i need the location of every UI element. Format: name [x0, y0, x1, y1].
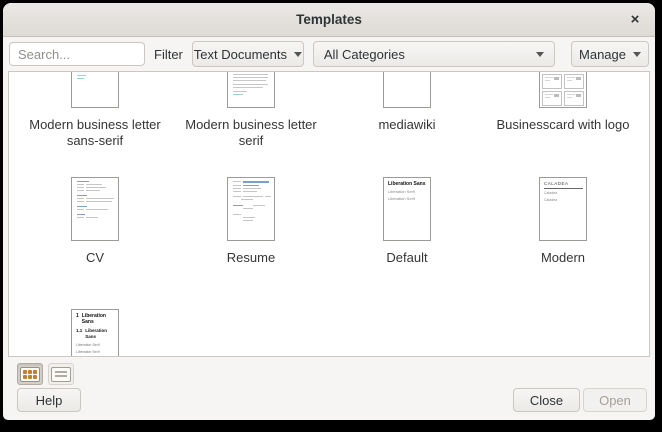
- chevron-down-icon: [294, 52, 302, 57]
- footer: Help Close Open: [3, 357, 655, 420]
- thumbnail-text: Liberation Sans: [85, 328, 115, 340]
- template-item-letter-serif[interactable]: Modern business letter serif: [173, 72, 329, 149]
- list-view-button[interactable]: [48, 363, 74, 385]
- thumbnail-text: Liberation Sans: [82, 313, 115, 325]
- template-name: mediawiki: [378, 117, 435, 133]
- list-view-icon: [51, 367, 71, 382]
- thumbnail-text: 1.1: [76, 328, 82, 340]
- template-thumbnail: [227, 177, 275, 241]
- thumbnail-text: Liberation Serif: [76, 343, 115, 347]
- thumbnail-text: Liberation Sans: [388, 181, 427, 187]
- template-thumbnail: Liberation Sans Liberation Serif Liberat…: [383, 177, 431, 241]
- template-name: Businesscard with logo: [497, 117, 630, 133]
- template-name: Resume: [227, 250, 275, 266]
- template-item-default[interactable]: Liberation Sans Liberation Serif Liberat…: [329, 177, 485, 266]
- manage-button[interactable]: Manage: [571, 41, 649, 67]
- chevron-down-icon: [633, 52, 641, 57]
- search-input[interactable]: [9, 42, 145, 66]
- template-name: CV: [86, 250, 104, 266]
- manage-label: Manage: [579, 47, 626, 62]
- template-thumbnail: [383, 72, 431, 108]
- document-type-dropdown[interactable]: Text Documents: [192, 41, 304, 67]
- template-item-outline[interactable]: 1 Liberation Sans 1.1 Liberation Sans Li…: [17, 309, 173, 357]
- thumbnail-text: CALADEA: [544, 181, 583, 189]
- grid-view-icon: [20, 367, 40, 382]
- thumbnail-text: Liberation Serif: [388, 189, 427, 194]
- template-name: Modern: [541, 250, 585, 266]
- template-item-letter-sans[interactable]: Modern business letter sans-serif: [17, 72, 173, 149]
- template-thumbnail: CALADEA Caladea Caladea: [539, 177, 587, 241]
- filter-label: Filter: [154, 47, 183, 62]
- template-row-2: CV Resume: [17, 177, 649, 266]
- category-dropdown[interactable]: All Categories: [313, 41, 555, 67]
- template-item-mediawiki[interactable]: mediawiki: [329, 72, 485, 149]
- help-button[interactable]: Help: [17, 388, 81, 412]
- templates-dialog: Templates × Filter Text Documents All Ca…: [3, 3, 655, 420]
- template-thumbnail: [539, 72, 587, 108]
- thumbnail-view-button[interactable]: [17, 363, 43, 385]
- close-icon[interactable]: ×: [626, 11, 644, 29]
- thumbnail-text: Liberation Serif: [388, 196, 427, 201]
- template-row-3: 1 Liberation Sans 1.1 Liberation Sans Li…: [17, 309, 649, 357]
- template-name: Default: [386, 250, 427, 266]
- titlebar: Templates ×: [3, 3, 655, 37]
- template-thumbnail: 1 Liberation Sans 1.1 Liberation Sans Li…: [71, 309, 119, 357]
- template-item-resume[interactable]: Resume: [173, 177, 329, 266]
- template-thumbnail: [227, 72, 275, 108]
- template-item-modern[interactable]: CALADEA Caladea Caladea Modern: [485, 177, 641, 266]
- thumbnail-text: Liberation Serif: [76, 350, 115, 354]
- view-mode-toggles: [17, 363, 74, 385]
- window-title: Templates: [296, 12, 362, 27]
- template-item-businesscard[interactable]: Businesscard with logo: [485, 72, 641, 149]
- chevron-down-icon: [536, 52, 544, 57]
- template-row-1: Modern business letter sans-serif Modern…: [17, 72, 649, 149]
- toolbar: Filter Text Documents All Categories Man…: [3, 37, 655, 71]
- document-type-value: Text Documents: [194, 47, 287, 62]
- template-name: Modern business letter serif: [176, 117, 326, 149]
- close-button[interactable]: Close: [513, 388, 580, 412]
- template-thumbnail: [71, 72, 119, 108]
- thumbnail-text: 1: [76, 313, 79, 325]
- thumbnail-text: Caladea: [544, 191, 583, 196]
- template-grid: Modern business letter sans-serif Modern…: [8, 71, 650, 357]
- open-button: Open: [583, 388, 647, 412]
- template-thumbnail: [71, 177, 119, 241]
- template-item-cv[interactable]: CV: [17, 177, 173, 266]
- template-name: Modern business letter sans-serif: [20, 117, 170, 149]
- thumbnail-text: Caladea: [544, 198, 583, 203]
- category-value: All Categories: [324, 47, 405, 62]
